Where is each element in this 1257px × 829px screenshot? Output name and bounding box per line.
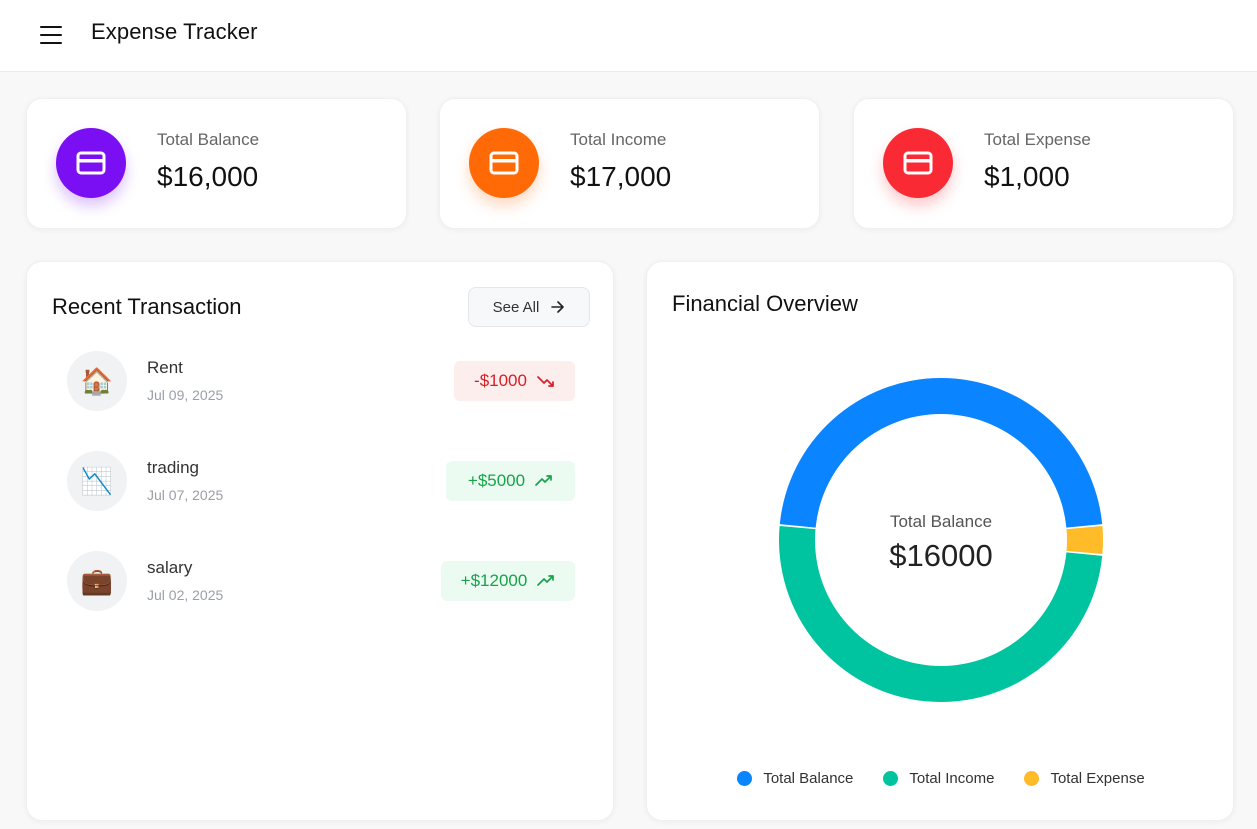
- financial-overview-card: Financial Overview Total Balance $16000 …: [646, 261, 1234, 821]
- legend-item[interactable]: Total Income: [883, 770, 994, 787]
- stat-value: $17,000: [570, 161, 672, 192]
- see-all-label: See All: [492, 298, 540, 316]
- stat-label: Total Income: [570, 130, 667, 149]
- transaction-row[interactable]: 📉 trading Jul 07, 2025 +$5000: [67, 451, 577, 513]
- trending-up-icon: [537, 575, 555, 586]
- stat-label: Total Expense: [984, 130, 1091, 149]
- amount-text: +$12000: [460, 571, 528, 590]
- legend-dot: [883, 771, 899, 786]
- transaction-amount-badge: +$12000: [441, 561, 575, 601]
- transaction-date: Jul 02, 2025: [147, 587, 224, 603]
- donut-slice-total-balance[interactable]: [779, 378, 1103, 528]
- transaction-name: trading: [147, 458, 199, 477]
- legend-label: Total Balance: [763, 770, 854, 787]
- section-title: Recent Transaction: [52, 294, 242, 319]
- credit-card-icon: [883, 128, 953, 198]
- total-balance-card: Total Balance $16,000: [26, 98, 407, 229]
- briefcase-icon: 💼: [67, 551, 127, 611]
- legend-item[interactable]: Total Balance: [737, 770, 853, 787]
- donut-center-value: $16000: [889, 538, 993, 573]
- credit-card-icon: [469, 128, 539, 198]
- transaction-row[interactable]: 💼 salary Jul 02, 2025 +$12000: [67, 551, 577, 613]
- transaction-row[interactable]: 🏠 Rent Jul 09, 2025 -$1000: [67, 351, 577, 413]
- legend-dot: [1024, 771, 1040, 786]
- legend-dot: [737, 771, 753, 786]
- amount-text: +$5000: [467, 471, 526, 490]
- section-title: Financial Overview: [672, 291, 858, 316]
- hamburger-menu-icon[interactable]: [40, 26, 62, 45]
- amount-text: -$1000: [474, 371, 527, 390]
- total-income-card: Total Income $17,000: [439, 98, 820, 229]
- legend-label: Total Income: [909, 770, 995, 787]
- app-title: Expense Tracker: [91, 19, 258, 44]
- credit-card-icon: [56, 128, 126, 198]
- transaction-date: Jul 07, 2025: [147, 487, 224, 503]
- stat-value: $1,000: [984, 161, 1070, 192]
- trending-down-icon: [537, 376, 554, 387]
- stat-value: $16,000: [157, 161, 259, 192]
- see-all-button[interactable]: See All: [468, 287, 590, 327]
- arrow-right-icon: [551, 301, 565, 313]
- donut-center-label: Total Balance: [889, 512, 993, 531]
- transaction-name: Rent: [147, 358, 183, 377]
- stat-label: Total Balance: [157, 130, 260, 149]
- legend-item[interactable]: Total Expense: [1024, 770, 1145, 787]
- recent-transactions-card: Recent Transaction See All 🏠 Rent Jul 09…: [26, 261, 614, 821]
- transaction-name: salary: [147, 558, 193, 577]
- chart-legend: Total Balance Total Income Total Expense: [647, 770, 1235, 787]
- legend-label: Total Expense: [1050, 770, 1145, 787]
- transaction-amount-badge: -$1000: [454, 361, 575, 401]
- total-expense-card: Total Expense $1,000: [853, 98, 1234, 229]
- top-bar: Expense Tracker: [0, 0, 1257, 72]
- trending-up-icon: [535, 475, 552, 486]
- house-icon: 🏠: [67, 351, 127, 411]
- transaction-date: Jul 09, 2025: [147, 387, 224, 403]
- chart-down-icon: 📉: [67, 451, 127, 511]
- transaction-amount-badge: +$5000: [446, 461, 575, 501]
